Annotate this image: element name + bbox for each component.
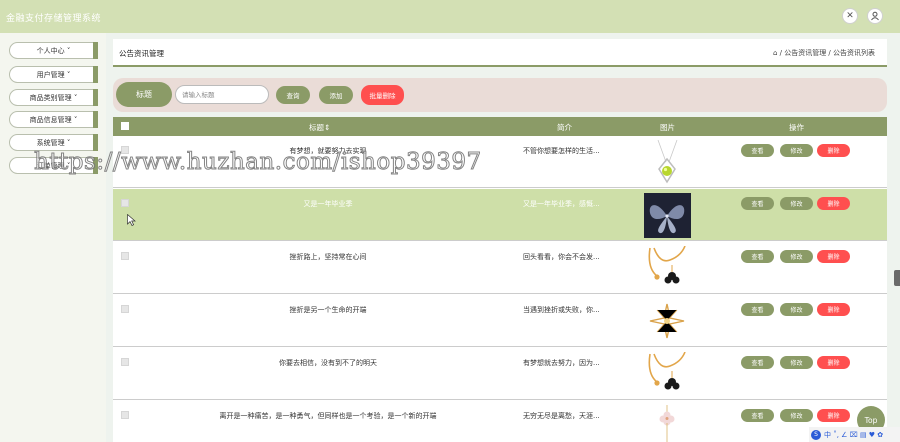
delete-button[interactable]: 删除 (817, 250, 850, 263)
row-intro: 当遇到挫折或失败，你... (523, 306, 600, 314)
page-header: 公告资讯管理 ⌂ / 公告资讯管理 / 公告资讯列表 (113, 39, 887, 67)
sidebar-item-product-management[interactable]: 商品信息管理 ˅ (9, 111, 98, 128)
main-content: 公告资讯管理 ⌂ / 公告资讯管理 / 公告资讯列表 标题 查询 添加 批量删除… (106, 33, 900, 442)
fullscreen-icon[interactable]: ✕ (842, 8, 858, 24)
page-title: 公告资讯管理 (119, 49, 164, 58)
batch-delete-button[interactable]: 批量删除 (361, 85, 404, 105)
table-row[interactable]: 离开是一种痛苦，是一种勇气，但同样也是一个考验，是一个新的开端 无穷无尽是离愁，… (113, 401, 887, 442)
edit-button[interactable]: 修改 (780, 303, 813, 316)
delete-button[interactable]: 删除 (817, 409, 850, 422)
view-button[interactable]: 查看 (741, 250, 774, 263)
column-header-intro: 简介 (557, 123, 572, 132)
input-method-logo-icon[interactable]: S (811, 429, 821, 440)
row-checkbox[interactable] (121, 411, 129, 419)
row-title: 离开是一种痛苦，是一种勇气，但同样也是一个考验，是一个新的开端 (219, 412, 437, 420)
row-intro: 有梦想就去努力，因为... (523, 359, 600, 367)
input-method-tray: S 中 ˚, ∠ ⌧ ▤ ♥ ✿ (809, 427, 900, 442)
row-intro: 无穷无尽是离愁，天涯... (523, 412, 600, 420)
row-intro: 回头看看，你会不会发... (523, 253, 600, 261)
watermark: https://www.huzhan.com/ishop39397 (34, 149, 482, 176)
row-checkbox[interactable] (121, 358, 129, 366)
table-row[interactable]: 挫折路上，坚持常在心间 回头看看，你会不会发... 查看 修改 删除 (113, 242, 887, 294)
gold-chain-necklace-image (644, 352, 691, 397)
column-header-image: 图片 (660, 123, 675, 132)
edit-button[interactable]: 修改 (780, 356, 813, 369)
row-title: 挫折路上，坚持常在心间 (289, 253, 367, 261)
tray-icons[interactable]: 中 ˚, ∠ ⌧ ▤ ♥ ✿ (824, 430, 883, 440)
search-input[interactable] (175, 85, 269, 104)
app-title: 金融支付存储管理系统 (6, 14, 102, 24)
search-label: 标题 (116, 82, 172, 107)
search-bar: 标题 查询 添加 批量删除 (113, 78, 887, 112)
view-button[interactable]: 查看 (741, 356, 774, 369)
select-all-checkbox[interactable] (121, 122, 129, 130)
delete-button[interactable]: 删除 (817, 197, 850, 210)
mouse-cursor-icon (127, 214, 136, 226)
delete-button[interactable]: 删除 (817, 144, 850, 157)
gold-chain-necklace-image (644, 246, 691, 291)
row-checkbox[interactable] (121, 252, 129, 260)
delete-button[interactable]: 删除 (817, 303, 850, 316)
edit-button[interactable]: 修改 (780, 197, 813, 210)
table-row[interactable]: 你要去相信，没有到不了的明天 有梦想就去努力，因为... 查看 修改 删除 (113, 348, 887, 400)
view-button[interactable]: 查看 (741, 144, 774, 157)
row-title: 又是一年毕业季 (303, 200, 353, 208)
row-checkbox[interactable] (121, 199, 129, 207)
pendant-green-gem-image (644, 140, 691, 185)
table-row[interactable]: 挫折是另一个生命的开端 当遇到挫折或失败，你... 查看 修改 删除 (113, 295, 887, 347)
sidebar-item-category-management[interactable]: 商品类别管理 ˅ (9, 89, 98, 106)
row-title: 你要去相信，没有到不了的明天 (279, 359, 377, 367)
star-brooch-image (644, 299, 691, 344)
view-button[interactable]: 查看 (741, 197, 774, 210)
edit-button[interactable]: 修改 (780, 250, 813, 263)
edit-button[interactable]: 修改 (780, 409, 813, 422)
row-intro: 又是一年毕业季，感慨... (523, 200, 600, 208)
column-header-title[interactable]: 标题⇕ (309, 122, 330, 133)
table-row[interactable]: 又是一年毕业季 又是一年毕业季，感慨... 查看 修改 删除 (113, 189, 887, 241)
sidebar-item-user-management[interactable]: 用户管理 ˅ (9, 66, 98, 83)
sidebar-item-personal-center[interactable]: 个人中心 ˅ (9, 42, 98, 59)
view-button[interactable]: 查看 (741, 303, 774, 316)
row-checkbox[interactable] (121, 305, 129, 313)
sidebar: 个人中心 ˅ 用户管理 ˅ 商品类别管理 ˅ 商品信息管理 ˅ 系统管理 ˅ 订… (0, 33, 106, 442)
edit-button[interactable]: 修改 (780, 144, 813, 157)
view-button[interactable]: 查看 (741, 409, 774, 422)
add-button[interactable]: 添加 (319, 86, 353, 104)
delete-button[interactable]: 删除 (817, 356, 850, 369)
scroll-handle[interactable] (894, 270, 900, 286)
column-header-actions: 操作 (789, 123, 804, 132)
top-bar: 金融支付存储管理系统 ✕ (0, 0, 900, 33)
breadcrumb[interactable]: ⌂ / 公告资讯管理 / 公告资讯列表 (773, 48, 875, 58)
butterfly-brooch-image (644, 193, 691, 238)
flower-necklace-image (644, 405, 691, 442)
query-button[interactable]: 查询 (276, 86, 310, 104)
row-intro: 不管你想要怎样的生活... (523, 147, 600, 155)
row-title: 挫折是另一个生命的开端 (289, 306, 367, 314)
user-icon[interactable] (867, 8, 883, 24)
table-header: 标题⇕ 简介 图片 操作 (113, 117, 887, 136)
